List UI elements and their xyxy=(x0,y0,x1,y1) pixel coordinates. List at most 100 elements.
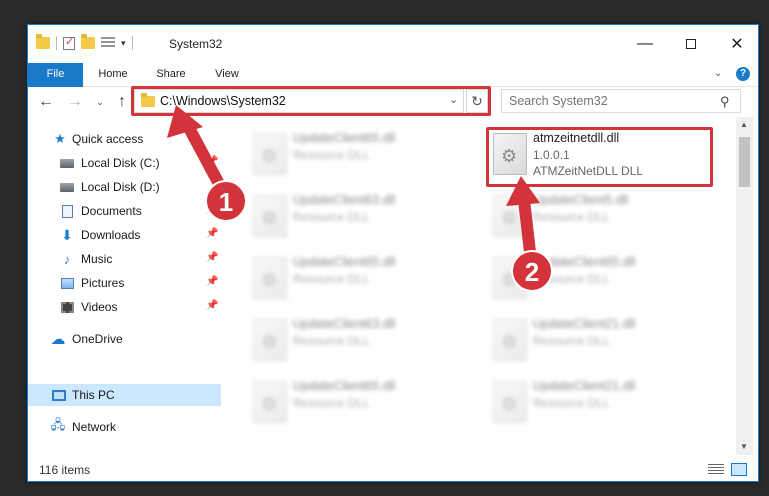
file-item[interactable]: UpdateClient65.dll Resource DLL xyxy=(489,251,709,309)
close-icon: ✕ xyxy=(730,36,744,53)
folder-icon[interactable] xyxy=(36,34,50,49)
sidebar-item-music[interactable]: ♪ Music 📌 xyxy=(28,248,221,270)
file-item[interactable]: UpdateClient63.dll Resource DLL xyxy=(249,189,469,247)
file-name: UpdateClient63.dll xyxy=(293,317,396,331)
sidebar-item-label: Local Disk (D:) xyxy=(81,180,160,194)
navigation-pane: ★ Quick access Local Disk (C:) 📌 Local D… xyxy=(28,117,221,455)
scroll-up-arrow-icon[interactable]: ▲ xyxy=(740,120,748,129)
sidebar-item-label: Music xyxy=(81,252,113,266)
file-item[interactable]: UpdateClient65.dll Resource DLL xyxy=(249,127,469,185)
computer-icon xyxy=(52,388,66,402)
maximize-button[interactable] xyxy=(668,25,714,63)
search-box[interactable]: ⚲ xyxy=(501,89,741,113)
dll-file-icon xyxy=(253,133,287,175)
sidebar-item-downloads[interactable]: ⬇ Downloads 📌 xyxy=(28,224,221,246)
file-name: UpdateClient65.dll xyxy=(533,255,636,269)
maximize-icon xyxy=(686,39,696,49)
cloud-icon: ☁ xyxy=(50,331,66,348)
file-item[interactable]: UpdateClient5.dll Resource DLL xyxy=(489,189,709,247)
search-input[interactable] xyxy=(502,90,712,112)
file-name: UpdateClient65.dll xyxy=(293,255,396,269)
file-type: Resource DLL xyxy=(533,334,610,348)
back-button[interactable]: ← xyxy=(36,92,56,112)
tab-share[interactable]: Share xyxy=(146,63,196,87)
sidebar-item-network[interactable]: 🖧 Network xyxy=(28,416,221,438)
pin-icon[interactable]: 📌 xyxy=(206,228,218,239)
file-type: Resource DLL xyxy=(533,210,610,224)
dll-file-icon xyxy=(253,319,287,361)
title-bar: ▾ System32 — ✕ xyxy=(28,25,758,63)
file-item[interactable]: UpdateClient63.dll Resource DLL xyxy=(249,313,469,371)
file-name: UpdateClient5.dll xyxy=(533,193,629,207)
vertical-scrollbar[interactable]: ▲ ▼ xyxy=(736,117,753,455)
sidebar-item-label: Videos xyxy=(81,300,118,314)
dll-file-icon xyxy=(493,257,527,299)
customize-toolbar-caret-icon[interactable]: ▾ xyxy=(121,38,126,49)
sidebar-item-label: Downloads xyxy=(81,228,141,242)
file-list: UpdateClient65.dll Resource DLL atmzeitn… xyxy=(224,117,736,455)
sidebar-item-label: OneDrive xyxy=(72,332,123,346)
search-icon[interactable]: ⚲ xyxy=(720,94,730,110)
file-name: UpdateClient65.dll xyxy=(293,131,396,145)
file-item[interactable]: UpdateClient65.dll Resource DLL xyxy=(249,251,469,309)
up-arrow-icon: ↑ xyxy=(118,93,126,110)
help-icon[interactable]: ? xyxy=(736,67,750,81)
scrollbar-thumb[interactable] xyxy=(739,137,750,187)
tiles-view-icon[interactable] xyxy=(731,463,747,476)
pin-icon[interactable]: 📌 xyxy=(206,300,218,311)
back-arrow-icon: ← xyxy=(38,93,54,110)
dll-file-icon xyxy=(493,381,527,423)
scroll-down-arrow-icon[interactable]: ▼ xyxy=(740,442,748,451)
details-view-icon[interactable] xyxy=(708,464,724,476)
recent-locations-button[interactable]: ⌄ xyxy=(90,92,110,112)
sidebar-item-documents[interactable]: Documents 📌 xyxy=(28,200,221,222)
properties-icon[interactable] xyxy=(63,35,75,50)
view-options-icon[interactable] xyxy=(101,37,115,49)
tab-home[interactable]: Home xyxy=(88,63,138,87)
forward-button[interactable]: → xyxy=(65,92,85,112)
star-icon: ★ xyxy=(54,131,66,146)
pin-icon[interactable]: 📌 xyxy=(206,252,218,263)
file-item[interactable]: UpdateClient65.dll Resource DLL xyxy=(249,375,469,433)
tab-view[interactable]: View xyxy=(204,63,250,87)
dll-file-icon xyxy=(253,195,287,237)
sidebar-item-quick-access[interactable]: ★ Quick access xyxy=(28,128,221,150)
forward-arrow-icon: → xyxy=(67,93,83,110)
close-button[interactable]: ✕ xyxy=(714,25,758,63)
drive-icon xyxy=(60,156,74,170)
up-button[interactable]: ↑ xyxy=(112,92,132,112)
file-name: UpdateClient65.dll xyxy=(293,379,396,393)
minimize-button[interactable]: — xyxy=(622,25,668,63)
pin-icon[interactable]: 📌 xyxy=(206,204,218,215)
dll-file-icon xyxy=(493,195,527,237)
status-bar: 116 items xyxy=(28,455,758,481)
sidebar-item-pictures[interactable]: Pictures 📌 xyxy=(28,272,221,294)
file-type: Resource DLL xyxy=(293,210,370,224)
navigation-bar: ← → ⌄ ↑ C:\Windows\System32 ⌄ ↻ ⚲ xyxy=(28,86,758,117)
file-item[interactable]: UpdateClient21.dll Resource DLL xyxy=(489,375,709,433)
toolbar-divider xyxy=(131,36,133,50)
file-type: Resource DLL xyxy=(293,396,370,410)
file-name: UpdateClient63.dll xyxy=(293,193,396,207)
sidebar-item-local-disk-d[interactable]: Local Disk (D:) xyxy=(28,176,221,198)
dll-file-icon xyxy=(253,381,287,423)
sidebar-item-videos[interactable]: Videos 📌 xyxy=(28,296,221,318)
expand-ribbon-chevron-icon[interactable]: ⌄ xyxy=(714,68,722,79)
ribbon-tabs: File Home Share View ⌄ ? xyxy=(28,63,758,87)
tab-file[interactable]: File xyxy=(28,63,83,87)
sidebar-item-local-disk-c[interactable]: Local Disk (C:) 📌 xyxy=(28,152,221,174)
network-icon: 🖧 xyxy=(50,417,66,432)
window-title: System32 xyxy=(169,37,223,51)
file-name: UpdateClient21.dll xyxy=(533,317,636,331)
sidebar-item-label: Documents xyxy=(81,204,142,218)
pin-icon[interactable]: 📌 xyxy=(206,156,218,167)
pictures-icon xyxy=(60,276,74,290)
file-name: UpdateClient21.dll xyxy=(533,379,636,393)
pin-icon[interactable]: 📌 xyxy=(206,276,218,287)
sidebar-item-this-pc[interactable]: This PC xyxy=(28,384,221,406)
minimize-icon: — xyxy=(637,35,653,52)
sidebar-item-onedrive[interactable]: ☁ OneDrive xyxy=(28,328,221,350)
quick-access-toolbar: ▾ xyxy=(36,34,133,50)
file-item[interactable]: UpdateClient21.dll Resource DLL xyxy=(489,313,709,371)
new-folder-icon[interactable] xyxy=(81,34,95,49)
